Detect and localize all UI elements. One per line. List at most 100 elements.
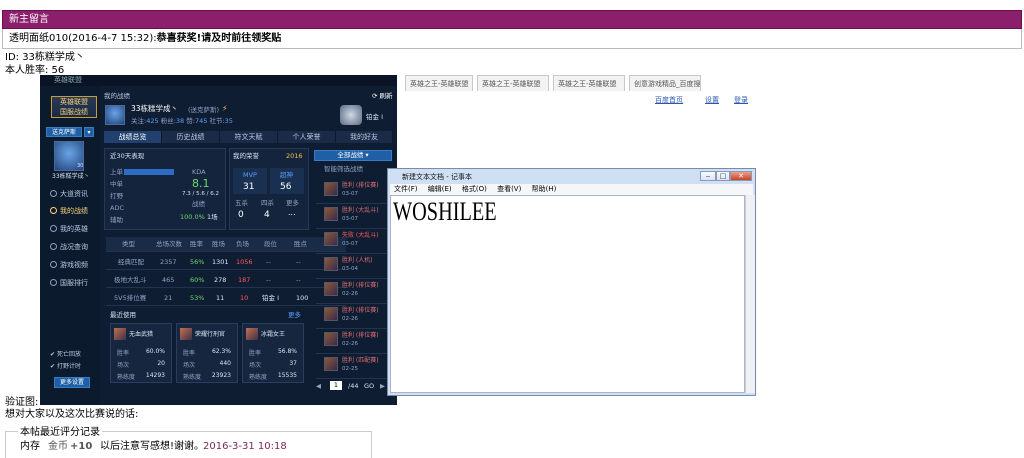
- hero-card[interactable]: 冰霜女王 胜率 56.8% 场次 37 熟练度 15535: [242, 323, 304, 383]
- server-button[interactable]: 送克萨斯: [46, 127, 82, 137]
- all-matches-button[interactable]: 全部战绩 ▾: [314, 150, 392, 161]
- match-item[interactable]: 胜利 (大乱斗) 03-07: [316, 204, 392, 229]
- baidu-home-link[interactable]: 百度首页: [655, 95, 683, 105]
- hero-card[interactable]: 荣耀行刑官 胜率 62.3% 场次 440 熟练度 23923: [176, 323, 238, 383]
- match-item[interactable]: 失败 (大乱斗) 03-07: [316, 229, 392, 254]
- tab-runes[interactable]: 符文天赋: [220, 131, 278, 143]
- search-icon: [50, 243, 57, 250]
- hero-mastery-label: 熟练度: [183, 374, 202, 381]
- match-item[interactable]: 胜利 (排位赛) 02-26: [316, 304, 392, 329]
- pager-page-input[interactable]: 1: [330, 381, 342, 390]
- table-header-points: 胜点: [294, 240, 307, 248]
- table-header-wins: 胜场: [212, 240, 225, 248]
- minimize-button[interactable]: ‒: [700, 171, 716, 181]
- match-result: 失败 (大乱斗): [342, 232, 379, 239]
- score-user[interactable]: 内存: [20, 441, 40, 453]
- close-button[interactable]: ✕: [730, 171, 752, 181]
- cell-losses: 10: [240, 294, 249, 302]
- cell-type: 经典匹配: [118, 258, 144, 266]
- pager-prev-icon[interactable]: ◀: [316, 382, 321, 390]
- profile-avatar[interactable]: [105, 105, 125, 125]
- login-link[interactable]: 登录: [734, 95, 748, 105]
- match-hero-avatar: [324, 282, 338, 296]
- server-dropdown-icon[interactable]: ▾: [84, 127, 94, 137]
- cell-points: --: [296, 258, 301, 266]
- honor-year[interactable]: 2016: [286, 152, 303, 160]
- fans-value: 425: [146, 117, 159, 125]
- menu-file[interactable]: 文件(F): [394, 185, 418, 193]
- score-title: 本帖最近评分记录: [18, 427, 102, 439]
- sidebar-item-news[interactable]: 大道资讯: [50, 190, 88, 199]
- cell-rank: --: [266, 276, 271, 284]
- cell-total: 2357: [160, 258, 177, 266]
- rank-value: 35: [224, 117, 233, 125]
- role-support: 辅助: [110, 216, 123, 224]
- sidebar-item-my-record[interactable]: 我的战绩: [50, 207, 88, 216]
- sidebar-item-search[interactable]: 战况查询: [50, 243, 88, 252]
- profile-server: (送克萨斯): [188, 106, 220, 114]
- match-item[interactable]: 胜利 (人机) 03-04: [316, 254, 392, 279]
- profile-stats: 关注:425 粉丝:38 赞:745 社节:35: [131, 117, 233, 125]
- menu-edit[interactable]: 编辑(E): [428, 185, 452, 193]
- cell-points: 100: [296, 294, 309, 302]
- more-settings-button[interactable]: 更多设置: [54, 377, 90, 388]
- match-item[interactable]: 胜利 (排位赛) 03-07: [316, 179, 392, 204]
- notepad-text-area[interactable]: WOSHILEE: [390, 195, 745, 393]
- table-row[interactable]: 极地大乱斗 465 60% 278 187 -- --: [106, 273, 346, 288]
- pager-next-icon[interactable]: ▶: [380, 382, 385, 390]
- sidebar-item-label: 大道资讯: [60, 190, 88, 198]
- refresh-label: 刷新: [379, 92, 393, 100]
- tab-overview[interactable]: 战绩总览: [104, 131, 162, 143]
- match-item[interactable]: 胜利 (排位赛) 02-26: [316, 279, 392, 304]
- browser-tab[interactable]: 英雄之王-英雄联盟: [405, 75, 473, 91]
- menu-format[interactable]: 格式(O): [462, 185, 487, 193]
- browser-tab[interactable]: 创意游戏精品_百度搜: [629, 75, 701, 91]
- death-replay-checkbox[interactable]: ✔ 死亡回放: [50, 350, 81, 359]
- match-hero-avatar: [324, 332, 338, 346]
- notepad-scrollbar[interactable]: [745, 195, 755, 393]
- table-header-rank: 段位: [264, 240, 277, 248]
- sidebar-item-videos[interactable]: 游戏视频: [50, 261, 88, 270]
- cell-rank: 铂金 I: [262, 294, 279, 302]
- tab-honor[interactable]: 个人荣誉: [278, 131, 336, 143]
- hero-card[interactable]: 无血武猎 胜率 60.0% 场次 20 熟练度 14293: [110, 323, 172, 383]
- notice-message-bold[interactable]: 恭喜获奖!请及时前往领奖贴: [157, 33, 282, 44]
- browser-tab[interactable]: 英雄之王-英雄联盟: [553, 75, 625, 91]
- match-hero-avatar: [324, 257, 338, 271]
- refresh-button[interactable]: ⟳ 刷新: [372, 92, 393, 100]
- sidebar-item-label: 我的英雄: [60, 225, 88, 233]
- match-hero-avatar: [324, 307, 338, 321]
- match-result: 胜利 (排位赛): [342, 307, 379, 314]
- more-honor-label[interactable]: 更多: [286, 199, 299, 207]
- table-row[interactable]: 5V5排位赛 21 53% 11 10 铂金 I 100: [106, 291, 346, 306]
- tab-friends[interactable]: 我的好友: [336, 131, 393, 143]
- battle-count: 1场: [207, 213, 218, 221]
- match-item[interactable]: 胜利 (排位赛) 02-26: [316, 329, 392, 354]
- menu-help[interactable]: 帮助(H): [532, 185, 557, 193]
- match-result: 胜利 (排位赛): [342, 332, 379, 339]
- sidebar-item-my-heroes[interactable]: 我的英雄: [50, 225, 88, 234]
- sidebar-item-rank[interactable]: 国服排行: [50, 279, 88, 288]
- table-row[interactable]: 经典匹配 2357 56% 1301 1056 -- --: [106, 255, 346, 270]
- match-result: 胜利 (匹配赛): [342, 357, 379, 364]
- battle-label: 战绩: [192, 200, 205, 208]
- match-item[interactable]: 胜利 (匹配赛) 02-25: [316, 354, 392, 379]
- news-icon: [50, 190, 57, 197]
- pager-go-button[interactable]: GO: [364, 382, 374, 390]
- kda-label: KDA: [192, 168, 206, 176]
- browser-tab[interactable]: 英雄之王-英雄联盟: [477, 75, 549, 91]
- recent-more-link[interactable]: 更多: [288, 311, 301, 319]
- hero-name: 无血武猎: [129, 331, 154, 338]
- settings-link[interactable]: 设置: [705, 95, 719, 105]
- hero-mastery: 23923: [211, 372, 231, 379]
- pager-total: /44: [348, 382, 359, 390]
- rank-label: 社节:: [209, 117, 225, 125]
- menu-view[interactable]: 查看(V): [497, 185, 521, 193]
- jungle-timer-checkbox[interactable]: ✔ 打野计时: [50, 362, 81, 371]
- hero-mastery: 15535: [277, 372, 297, 379]
- score-type: 金币: [48, 441, 68, 452]
- maximize-button[interactable]: □: [716, 171, 730, 181]
- hero-winrate: 60.0%: [145, 348, 165, 355]
- tab-history[interactable]: 历史战绩: [162, 131, 220, 143]
- hero-mastery-label: 熟练度: [249, 374, 268, 381]
